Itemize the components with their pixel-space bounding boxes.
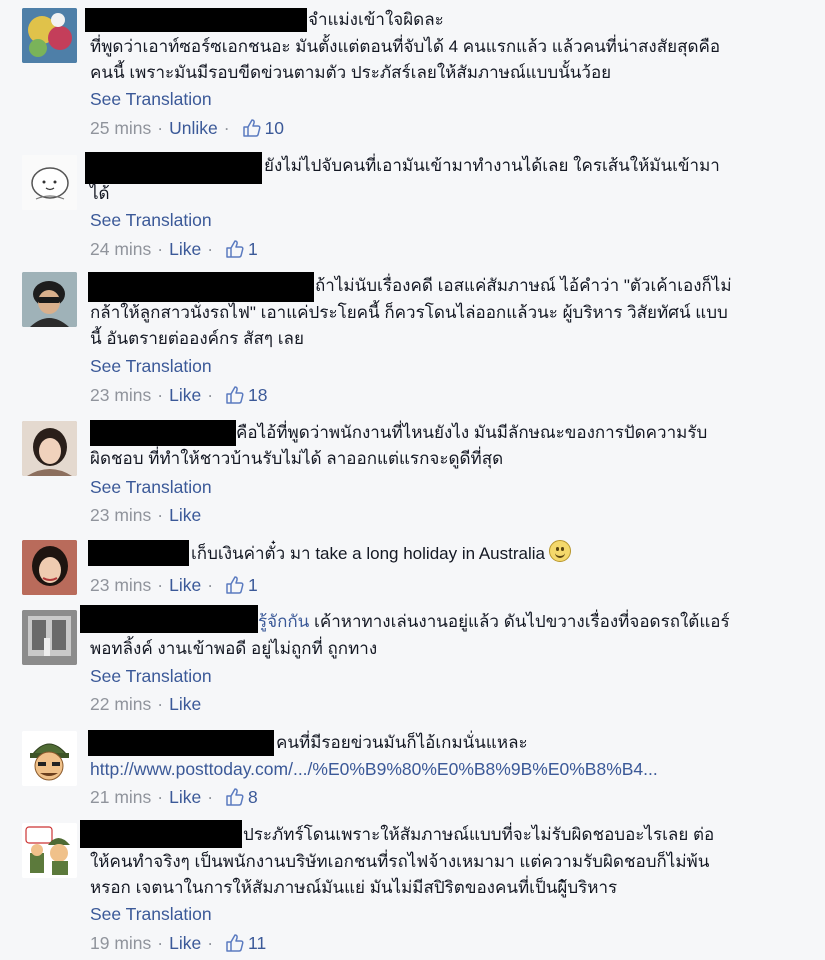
separator: · bbox=[223, 118, 230, 138]
avatar[interactable] bbox=[22, 421, 77, 476]
separator: · bbox=[157, 385, 164, 405]
timestamp[interactable]: 23 mins bbox=[90, 503, 151, 527]
separator: · bbox=[207, 385, 214, 405]
like-button[interactable]: Like bbox=[169, 503, 201, 527]
thumbs-up-icon[interactable] bbox=[225, 933, 245, 953]
like-button[interactable]: Like bbox=[169, 237, 201, 261]
avatar[interactable] bbox=[22, 731, 77, 786]
comment-text-line: พอทลิ้งค์ งานเข้าพอดี อยู่ไม่ถูกที่ ถูกท… bbox=[90, 639, 378, 658]
separator: · bbox=[157, 787, 164, 807]
comment-text: เก็บเงินค่าตั๋ว มา take a long holiday i… bbox=[191, 544, 545, 563]
like-count[interactable]: 8 bbox=[248, 785, 258, 809]
like-count[interactable]: 10 bbox=[265, 116, 284, 140]
comment-text-line: คนนี้ เพราะมันมีรอบขีดข่วนตามตัว ประภัสร… bbox=[90, 63, 612, 82]
redacted-name bbox=[88, 540, 189, 566]
separator: · bbox=[207, 787, 214, 807]
timestamp[interactable]: 21 mins bbox=[90, 785, 151, 809]
comment-text-line: คือไอ้ที่พูดว่าพนักงานที่ไหนยังไง มันมีล… bbox=[236, 423, 708, 442]
timestamp[interactable]: 23 mins bbox=[90, 383, 151, 407]
like-button[interactable]: Like bbox=[169, 931, 201, 955]
comment-text-line: ยังไม่ไปจับคนที่เอามันเข้ามาทำงานได้เลย … bbox=[264, 156, 720, 175]
comment-text-line: ให้คนทำจริงๆ เป็นพนักงานบริษัทเอกชนที่รถ… bbox=[90, 852, 710, 871]
comment-text-line: ที่พูดว่าเอาท์ซอร์ซเอกชนอะ มันตั้งแต่ตอน… bbox=[90, 37, 721, 56]
comment-text-line: ได้ bbox=[90, 184, 110, 203]
redacted-name bbox=[85, 152, 262, 184]
like-count[interactable]: 11 bbox=[248, 931, 266, 955]
like-button[interactable]: Like bbox=[169, 383, 201, 407]
separator: · bbox=[157, 933, 164, 953]
thumbs-up-icon[interactable] bbox=[225, 385, 245, 405]
avatar[interactable] bbox=[22, 272, 77, 327]
redacted-name bbox=[88, 272, 314, 302]
like-button[interactable]: Unlike bbox=[169, 116, 218, 140]
comment-text-line: รู้จักกัน เค้าหาทางเล่นงานอยู่แล้ว ดันไป… bbox=[258, 608, 730, 635]
like-count[interactable]: 18 bbox=[248, 383, 267, 407]
comment-meta: 25 mins · Unlike · 10 bbox=[90, 116, 284, 140]
separator: · bbox=[207, 239, 214, 259]
separator: · bbox=[207, 933, 214, 953]
external-link[interactable]: http://www.posttoday.com/.../%E0%B9%80%E… bbox=[90, 757, 658, 781]
avatar[interactable] bbox=[22, 540, 77, 595]
comment-text-line: ผิดชอบ ที่ทำให้ชาวบ้านรับไม่ได้ ลาออกแต่… bbox=[90, 449, 504, 468]
redacted-name bbox=[80, 605, 258, 633]
redacted-name bbox=[80, 820, 242, 848]
redacted-name bbox=[88, 730, 274, 756]
smile-emoji-icon bbox=[548, 540, 571, 562]
see-translation-link[interactable]: See Translation bbox=[90, 354, 212, 378]
avatar[interactable] bbox=[22, 610, 77, 665]
see-translation-link[interactable]: See Translation bbox=[90, 664, 212, 688]
separator: · bbox=[157, 118, 164, 138]
timestamp[interactable]: 22 mins bbox=[90, 692, 151, 716]
like-button[interactable]: Like bbox=[169, 785, 201, 809]
comment-text: เค้าหาทางเล่นงานอยู่แล้ว ดันไปขวางเรื่อง… bbox=[309, 612, 730, 631]
comment-text-line: เก็บเงินค่าตั๋ว มา take a long holiday i… bbox=[191, 540, 571, 567]
comment-meta: 24 mins · Like · 1 bbox=[90, 237, 258, 261]
comment-text-line: ประภัทร์โดนเพราะให้สัมภาษณ์แบบที่จะไม่รั… bbox=[243, 825, 715, 844]
timestamp[interactable]: 24 mins bbox=[90, 237, 151, 261]
timestamp[interactable]: 23 mins bbox=[90, 573, 151, 597]
comment-text-line: จำแม่งเข้าใจผิดละ bbox=[308, 10, 444, 29]
thumbs-up-icon[interactable] bbox=[242, 118, 262, 138]
like-count[interactable]: 1 bbox=[248, 573, 258, 597]
timestamp[interactable]: 25 mins bbox=[90, 116, 151, 140]
see-translation-link[interactable]: See Translation bbox=[90, 475, 212, 499]
avatar[interactable] bbox=[22, 8, 77, 63]
separator: · bbox=[157, 694, 164, 714]
comment-text-line: หรอก เจตนาในการให้สัมภาษณ์มันแย่ มันไม่ม… bbox=[90, 878, 618, 897]
like-count[interactable]: 1 bbox=[248, 237, 258, 261]
thumbs-up-icon[interactable] bbox=[225, 239, 245, 259]
thumbs-up-icon[interactable] bbox=[225, 787, 245, 807]
see-translation-link[interactable]: See Translation bbox=[90, 208, 212, 232]
avatar[interactable] bbox=[22, 155, 77, 210]
avatar[interactable] bbox=[22, 823, 77, 878]
comment-meta: 21 mins · Like · 8 bbox=[90, 785, 258, 809]
comment-text-line: นี้ อันตรายต่อองค์กร สัสๆ เลย bbox=[90, 329, 304, 348]
comment-text-line: คนที่มีรอยข่วนมันก็ไอ้เกมนั่นแหละ bbox=[276, 733, 528, 752]
comment-text-line: ถ้าไม่นับเรื่องคดี เอสแค่สัมภาษณ์ ไอ้คำว… bbox=[315, 276, 732, 295]
see-translation-link[interactable]: See Translation bbox=[90, 902, 212, 926]
separator: · bbox=[207, 575, 214, 595]
timestamp[interactable]: 19 mins bbox=[90, 931, 151, 955]
separator: · bbox=[157, 575, 164, 595]
name-link[interactable]: รู้จักกัน bbox=[258, 612, 309, 631]
comment-meta: 23 mins · Like · 1 bbox=[90, 573, 258, 597]
like-button[interactable]: Like bbox=[169, 573, 201, 597]
see-translation-link[interactable]: See Translation bbox=[90, 87, 212, 111]
like-button[interactable]: Like bbox=[169, 692, 201, 716]
comment-meta: 23 mins · Like · 18 bbox=[90, 383, 268, 407]
comment-meta: 19 mins · Like · 11 bbox=[90, 931, 266, 955]
comment-meta: 22 mins · Like bbox=[90, 692, 201, 716]
redacted-name bbox=[85, 8, 307, 32]
separator: · bbox=[157, 239, 164, 259]
comment-text-line: กล้าให้ลูกสาวนั่งรถไฟ" เอาแค่ประโยคนี้ ก… bbox=[90, 303, 728, 322]
redacted-name bbox=[90, 420, 236, 446]
comment-meta: 23 mins · Like bbox=[90, 503, 201, 527]
thumbs-up-icon[interactable] bbox=[225, 575, 245, 595]
separator: · bbox=[157, 505, 164, 525]
